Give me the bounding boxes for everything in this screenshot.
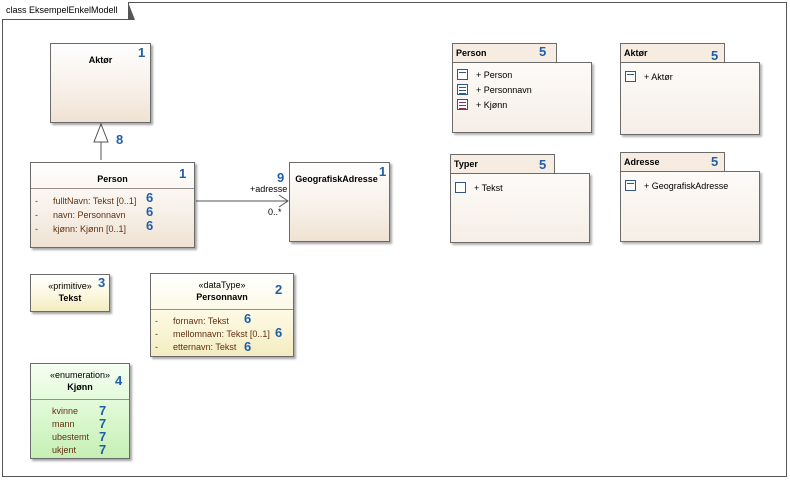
class-tekst-name: Tekst (58, 293, 82, 303)
person-attr-number: 6 (146, 190, 154, 205)
package-adresse[interactable]: Adresse + GeografiskAdresse (620, 152, 760, 242)
class-personnavn-name: Personnavn (196, 292, 248, 302)
package-aktor-name: Aktør (620, 43, 725, 63)
kjonn-literal-ukjent: ukjent (52, 445, 77, 455)
person-attr-fulltnavn: - fulltNavn: Tekst [0..1] (35, 196, 137, 206)
class-geografisk-adresse[interactable]: GeografiskAdresse (289, 162, 390, 242)
package-adresse-item: + GeografiskAdresse (625, 180, 728, 191)
class-icon (625, 71, 636, 82)
class-icon (625, 180, 636, 191)
personnavn-attr-number: 6 (275, 325, 283, 340)
class-aktor-name: Aktør (88, 55, 113, 65)
class-personnavn-number: 2 (275, 282, 283, 297)
class-person-name: Person (97, 174, 128, 184)
diagram-canvas: class EksempelEnkelModell Aktør 1 8 Pers… (0, 0, 790, 480)
person-attr-number: 6 (146, 204, 154, 219)
package-adresse-number: 5 (711, 154, 719, 169)
generalization-arrowhead (93, 122, 109, 143)
package-adresse-body: + GeografiskAdresse (620, 171, 760, 242)
package-person-item: + Person (457, 69, 512, 80)
association-number: 9 (277, 170, 285, 185)
package-typer-number: 5 (539, 157, 547, 172)
generalization-number: 8 (116, 132, 124, 147)
association-role-label: +adresse (250, 184, 288, 194)
primitive-icon (455, 182, 466, 193)
class-aktor[interactable]: Aktør (50, 43, 151, 123)
personnavn-attr-mellomnavn: - mellomnavn: Tekst [0..1] (155, 329, 270, 339)
class-aktor-number: 1 (138, 45, 146, 60)
package-typer-item: + Tekst (455, 182, 503, 193)
package-aktor-body: + Aktør (620, 62, 760, 135)
class-person-divider (31, 188, 194, 189)
package-person-item: + Kjønn (457, 99, 507, 110)
datatype-icon (457, 84, 468, 95)
personnavn-attr-etternavn: - etternavn: Tekst (155, 342, 237, 352)
class-tekst-number: 3 (98, 275, 106, 290)
class-personnavn[interactable]: «dataType» Personnavn - fornavn: Tekst -m… (150, 273, 294, 357)
class-kjonn-divider (31, 399, 129, 400)
class-geografisk-adresse-name: GeografiskAdresse (295, 174, 378, 184)
package-person-body: + Person + Personnavn + Kjønn (452, 62, 592, 133)
person-attr-navn: - navn: Personnavn (35, 210, 126, 220)
package-typer-body: + Tekst (450, 173, 590, 243)
class-geografisk-adresse-number: 1 (379, 164, 387, 179)
person-attr-kjonn: - kjønn: Kjønn [0..1] (35, 224, 127, 234)
package-person-number: 5 (539, 44, 547, 59)
person-attr-number: 6 (146, 218, 154, 233)
enumeration-icon (457, 99, 468, 110)
package-adresse-name: Adresse (620, 152, 725, 172)
personnavn-attr-fornavn: - fornavn: Tekst (155, 316, 229, 326)
kjonn-literal-mann: mann (52, 419, 75, 429)
class-person[interactable]: Person - fulltNavn: Tekst [0..1] - navn: P… (30, 162, 195, 248)
package-typer[interactable]: Typer + Tekst (450, 154, 590, 243)
package-person[interactable]: Person + Person + Personnavn + Kjønn (452, 43, 592, 133)
class-icon (457, 69, 468, 80)
personnavn-attr-number: 6 (244, 339, 252, 354)
class-person-number: 1 (179, 166, 187, 181)
personnavn-attr-number: 6 (244, 311, 252, 326)
package-aktor-number: 5 (711, 48, 719, 63)
association-multiplicity: 0..* (268, 207, 282, 217)
kjonn-literal-kvinne: kvinne (52, 406, 79, 416)
class-personnavn-stereotype: «dataType» (198, 280, 246, 290)
package-person-item: + Personnavn (457, 84, 532, 95)
kjonn-literal-number: 7 (99, 442, 107, 457)
class-personnavn-divider (151, 309, 293, 310)
package-aktor[interactable]: Aktør + Aktør (620, 43, 760, 135)
class-kjonn-number: 4 (115, 373, 123, 388)
kjonn-literal-ubestemt: ubestemt (52, 432, 90, 442)
package-aktor-item: + Aktør (625, 71, 673, 82)
